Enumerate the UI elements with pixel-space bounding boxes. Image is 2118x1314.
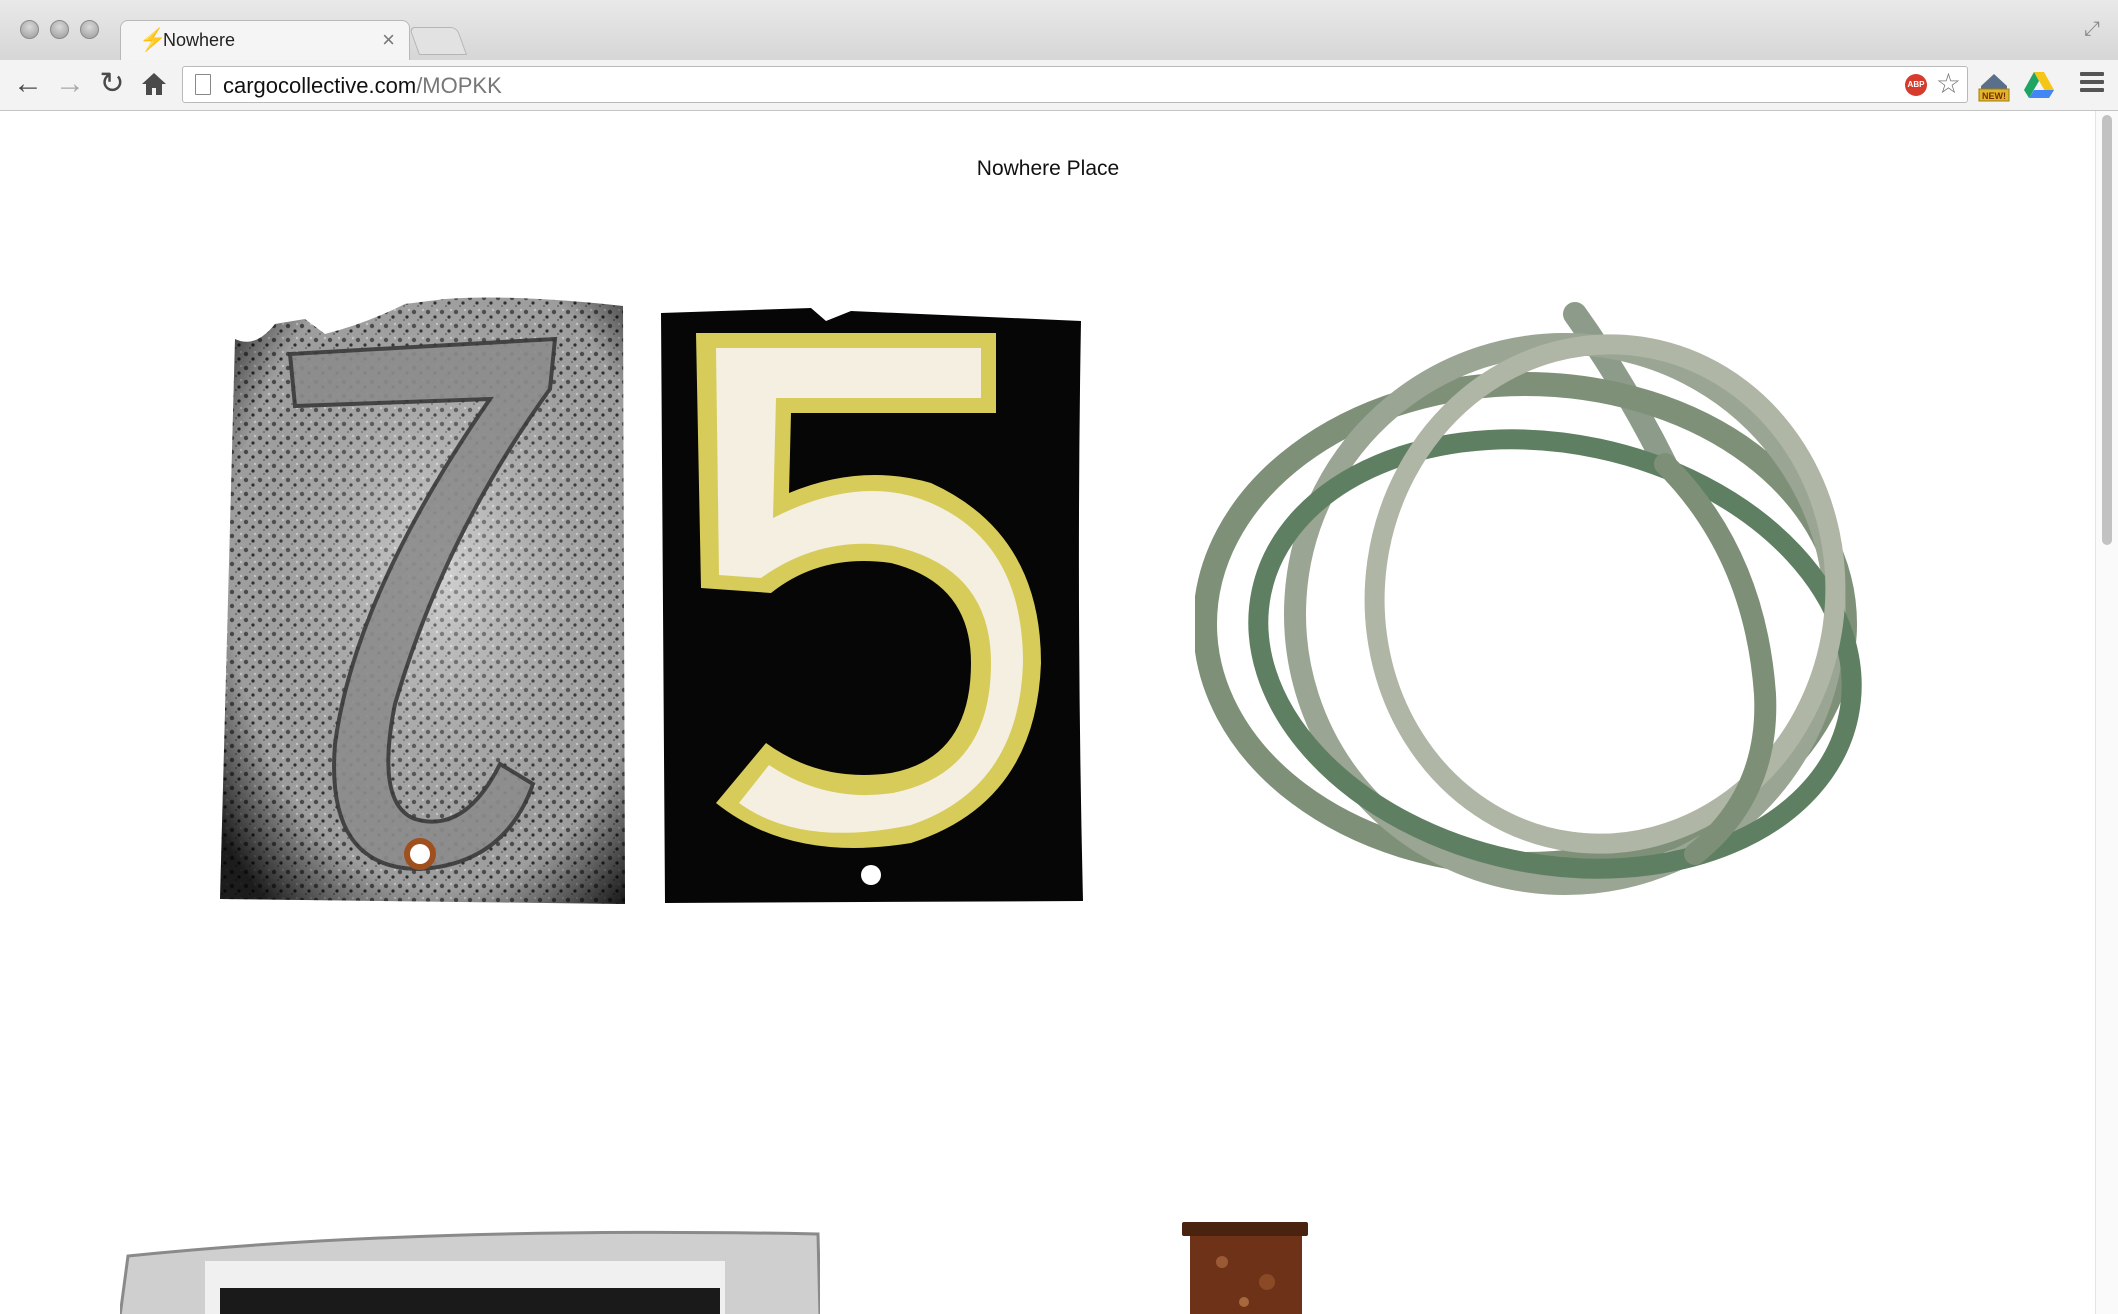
home-button[interactable] <box>136 66 172 102</box>
browser-menu-icon[interactable] <box>2080 68 2104 98</box>
rusty-post-image[interactable] <box>1182 1222 1312 1314</box>
forward-button[interactable]: → <box>52 66 88 102</box>
minimize-window-button[interactable] <box>50 20 69 39</box>
bookmark-star-icon[interactable]: ☆ <box>1936 67 1961 100</box>
zoom-window-button[interactable] <box>80 20 99 39</box>
reload-icon: ↻ <box>99 67 125 100</box>
url-host: cargocollective.com <box>223 73 417 98</box>
google-drive-icon[interactable] <box>2022 68 2056 102</box>
url-text[interactable]: cargocollective.com/MOPKK <box>223 73 502 99</box>
site-title[interactable]: Nowhere Place <box>0 157 2096 181</box>
partial-number-plate-image[interactable] <box>120 1226 820 1314</box>
home-icon <box>142 73 166 95</box>
address-bar[interactable]: cargocollective.com/MOPKK ABP ☆ <box>182 66 1968 103</box>
page-content: Nowhere Place <box>0 111 2096 1314</box>
reload-button[interactable]: ↻ <box>94 66 130 102</box>
browser-toolbar: ← → ↻ cargocollective.com/MOPKK ABP ☆ NE… <box>0 60 2118 111</box>
tab-close-icon[interactable]: × <box>382 27 395 53</box>
tab-title: Nowhere <box>163 30 236 50</box>
number-five-plate-image[interactable] <box>661 303 1085 903</box>
adblock-icon[interactable]: ABP <box>1905 74 1927 96</box>
tab-nowhere[interactable]: ⚡ Nowhere × <box>120 20 410 61</box>
extension-badge-text: NEW! <box>1982 91 2006 101</box>
browser-window: ⚡ Nowhere × ⤢ ← → ↻ cargocollective.com/… <box>0 0 2118 1314</box>
fullscreen-icon[interactable]: ⤢ <box>2084 18 2100 41</box>
back-arrow-icon: ← <box>13 67 43 100</box>
coiled-hose-image[interactable] <box>1195 294 1885 904</box>
vertical-scrollbar[interactable] <box>2095 111 2118 1314</box>
extension-new-icon[interactable]: NEW! <box>1975 68 2013 102</box>
page-icon <box>195 74 211 95</box>
url-path: /MOPKK <box>416 73 502 98</box>
title-bar: ⚡ Nowhere × ⤢ <box>0 0 2118 61</box>
new-tab-button[interactable] <box>408 27 468 55</box>
scrollbar-thumb[interactable] <box>2102 115 2112 545</box>
back-button[interactable]: ← <box>10 66 46 102</box>
close-window-button[interactable] <box>20 20 39 39</box>
number-seven-plate-image[interactable] <box>215 294 627 904</box>
forward-arrow-icon: → <box>55 67 85 100</box>
